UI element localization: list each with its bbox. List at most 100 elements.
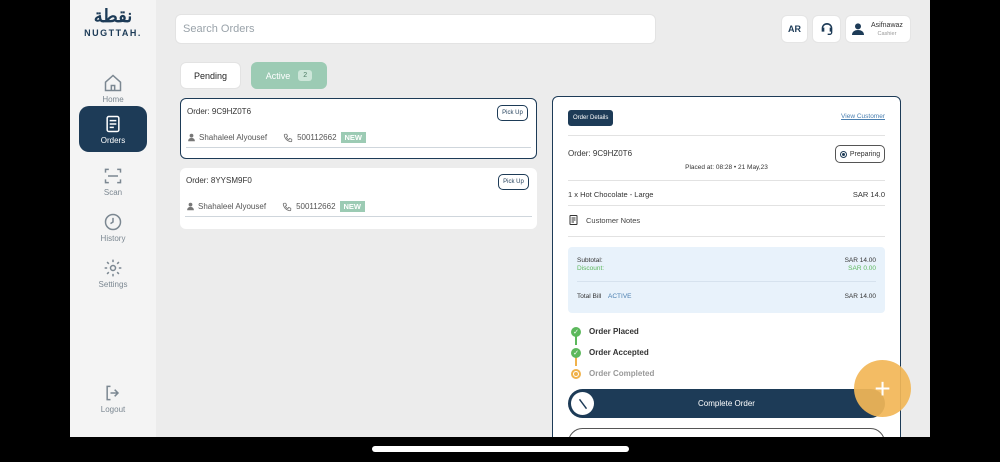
discount-row: Discount: SAR 0.00 [577,265,876,272]
sidebar-item-label: Scan [103,187,123,197]
new-badge: NEW [339,201,366,212]
customer-phone: 500112662 [296,202,336,211]
subtotal-value: SAR 14.00 [844,257,876,264]
customer-notes[interactable]: Customer Notes [568,214,640,226]
phone-icon [283,133,293,142]
add-button[interactable]: + [854,360,911,417]
logout-label: Logout [100,404,126,414]
phone-icon [282,202,292,211]
sidebar-item-label: History [100,233,126,243]
line-item: 1 x Hot Chocolate - Large SAR 14.0 [568,190,885,199]
step-label: Order Placed [589,327,639,336]
sidebar-item-scan[interactable]: Scan [79,158,147,204]
item-price: SAR 14.0 [852,190,885,199]
support-button[interactable] [812,15,841,43]
sidebar: نقطة NUGTTAH. Home Orders Scan History S… [70,0,156,437]
clock-icon [104,213,122,230]
sidebar-item-logout[interactable]: Logout [79,375,147,421]
item-name: 1 x Hot Chocolate - Large [568,190,654,199]
total-value: SAR 14.00 [844,293,876,300]
scan-icon [104,168,122,183]
divider [568,135,885,136]
user-role: Cashier [877,30,897,37]
customer-phone: 500112662 [297,133,337,142]
step-label: Order Completed [589,369,655,378]
pending-dot-icon [571,368,581,379]
order-card[interactable]: Order: 8YYSM9F0 Pick Up Shahaleel Alyous… [180,168,537,229]
order-progress: ✓ Order Placed ✓ Order Accepted Order Co… [571,321,654,384]
phone-group: 500112662 [283,133,337,143]
placed-at: Placed at: 08:28 • 21 May,23 [685,164,768,171]
sidebar-item-history[interactable]: History [79,204,147,250]
step-order-accepted: ✓ Order Accepted [571,342,654,366]
complete-order-button[interactable]: Complete Order [568,389,885,418]
step-order-completed: Order Completed [571,363,654,384]
slider-knob-icon[interactable] [571,392,594,415]
customer-row: Shahaleel Alyousef 500112662 NEW [186,201,366,212]
sidebar-item-orders[interactable]: Orders [79,106,147,152]
user-name: Asifnawaz [871,21,903,29]
total-row: Total Bill ACTIVE SAR 14.00 [577,293,876,300]
sidebar-item-label: Orders [100,135,126,145]
order-card[interactable]: Order: 9C9HZ0T6 Pick Up Shahaleel Alyous… [180,98,537,159]
status-radio-icon [839,150,847,158]
search-bar[interactable] [175,14,656,44]
divider [577,281,876,282]
divider [568,236,885,237]
new-badge: NEW [340,132,367,143]
user-icon [852,23,864,35]
check-icon: ✓ [571,347,581,358]
person-icon [187,202,194,211]
plus-icon: + [874,372,891,404]
subtotal-label: Subtotal: [577,257,603,264]
pickup-button[interactable]: Pick Up [497,105,528,121]
order-id: Order: 8YYSM9F0 [186,176,252,185]
sidebar-item-label: Home [102,94,124,104]
user-menu[interactable]: Asifnawaz Cashier [845,15,911,43]
customer-row: Shahaleel Alyousef 500112662 NEW [187,132,367,143]
divider [185,216,532,217]
language-button[interactable]: AR [781,15,808,43]
order-tabs: Pending Active 2 [180,62,327,89]
order-details-chip: Order Details [568,110,614,126]
logout-icon [106,385,120,400]
tab-active[interactable]: Active 2 [251,62,327,89]
divider [568,180,885,181]
phone-group: 500112662 [282,202,336,212]
notes-icon [569,215,578,225]
sidebar-item-home[interactable]: Home [79,65,147,111]
customer-notes-label: Customer Notes [586,215,641,225]
tab-pending[interactable]: Pending [180,62,241,89]
status-button[interactable]: Preparing [835,145,885,163]
orders-icon [106,115,120,132]
discount-value: SAR 0.00 [848,265,876,272]
complete-order-label: Complete Order [698,399,755,408]
divider [568,205,885,206]
secondary-action-button[interactable] [568,428,885,437]
sidebar-item-label: Settings [98,279,128,289]
order-id: Order: 9C9HZ0T6 [187,107,252,116]
app-screen: نقطة NUGTTAH. Home Orders Scan History S… [70,0,930,437]
total-tag: ACTIVE [608,293,632,300]
pickup-button[interactable]: Pick Up [498,174,529,190]
person-icon [188,133,195,142]
tab-active-count: 2 [298,70,313,81]
divider [186,147,531,148]
step-order-placed: ✓ Order Placed [571,321,654,345]
gear-icon [104,259,122,276]
logo-arabic: نقطة [93,6,133,27]
search-input[interactable] [183,23,648,35]
status-label: Preparing [849,150,881,158]
view-customer-link[interactable]: View Customer [841,113,885,120]
step-label: Order Accepted [589,348,649,357]
logo: نقطة NUGTTAH. [84,8,142,42]
customer-name: Shahaleel Alyousef [198,202,267,211]
tab-active-label: Active [265,70,291,81]
bill-summary: Subtotal: SAR 14.00 Discount: SAR 0.00 T… [568,247,885,313]
customer-name: Shahaleel Alyousef [199,133,268,142]
logo-latin: NUGTTAH. [84,28,142,38]
home-indicator [372,446,629,452]
order-details-panel: Order Details View Customer Order: 9C9HZ… [552,96,901,437]
sidebar-item-settings[interactable]: Settings [79,250,147,296]
details-order-id: Order: 9C9HZ0T6 [568,149,633,158]
